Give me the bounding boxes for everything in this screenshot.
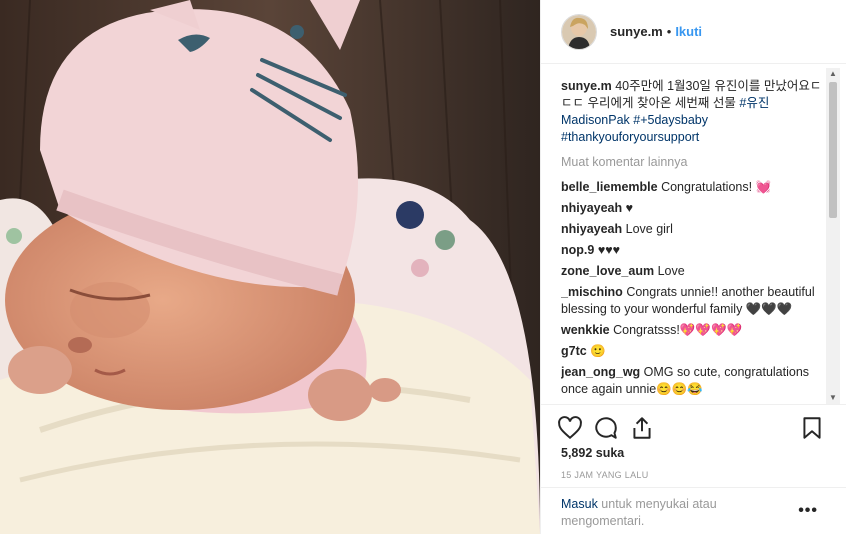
bookmark-icon[interactable] — [799, 415, 827, 443]
comment-text: Love girl — [625, 222, 673, 236]
header-separator: • — [666, 24, 672, 39]
share-icon[interactable] — [629, 415, 657, 443]
scroll-up-icon[interactable]: ▲ — [826, 68, 840, 80]
comment-username[interactable]: zone_love_aum — [561, 264, 654, 278]
scroll-down-icon[interactable]: ▼ — [826, 392, 840, 404]
header-username[interactable]: sunye.m — [610, 24, 663, 39]
login-link[interactable]: Masuk — [561, 497, 598, 511]
likes-count[interactable]: 5,892 suka — [561, 446, 624, 460]
comment-item: nhiyayeah ♥ — [561, 200, 825, 217]
comment-item: _mischino Congrats unnie!! another beaut… — [561, 284, 825, 318]
comment-text: Love — [657, 264, 685, 278]
comment-username[interactable]: nop.9 — [561, 243, 594, 257]
load-more-comments[interactable]: Muat komentar lainnya — [561, 154, 825, 171]
comment-username[interactable]: jean_ong_wg — [561, 365, 640, 379]
comment-item: nop.9 ♥♥♥ — [561, 242, 825, 259]
comments-list: sunye.m 40주만에 1월30일 유진이를 만났어요ㄷㄷㄷ 우리에게 찾아… — [561, 72, 825, 402]
comment-item: zone_love_aum Love — [561, 263, 825, 280]
post-photo[interactable] — [0, 0, 540, 534]
newborn-baby-photo — [0, 0, 540, 534]
post-timestamp: 15 JAM YANG LALU — [561, 470, 649, 480]
comment-item: jean_ong_wg OMG so cute, congratulations… — [561, 364, 825, 398]
comment-text: Congratulations! 💓 — [661, 180, 772, 194]
comment-text: 🙂 — [590, 344, 606, 358]
instagram-post: sunye.m • Ikuti sunye.m 40주만에 1월30일 유진이를… — [0, 0, 846, 534]
action-bar — [541, 404, 846, 440]
comment-text: ♥ — [625, 201, 634, 215]
comments-scrollbar[interactable]: ▲ ▼ — [826, 68, 840, 404]
scrollbar-thumb[interactable] — [829, 82, 837, 218]
comment-icon[interactable] — [593, 415, 621, 443]
login-divider — [541, 487, 846, 488]
comment-username[interactable]: nhiyayeah — [561, 201, 622, 215]
comment-item: nhiyayeah Love girl — [561, 221, 825, 238]
comment-text: ♥♥♥ — [597, 243, 621, 257]
avatar[interactable] — [561, 13, 597, 50]
heart-icon[interactable] — [557, 415, 585, 443]
more-options-button[interactable]: ••• — [798, 502, 818, 520]
comment-username[interactable]: belle_liememble — [561, 180, 658, 194]
comment-username[interactable]: _mischino — [561, 285, 623, 299]
comment-text: Congratsss!💖💖💖💖 — [613, 323, 743, 337]
comment-item: wenkkie Congratsss!💖💖💖💖 — [561, 322, 825, 339]
comment-username[interactable]: nhiyayeah — [561, 222, 622, 236]
caption: sunye.m 40주만에 1월30일 유진이를 만났어요ㄷㄷㄷ 우리에게 찾아… — [561, 78, 825, 146]
avatar-image — [562, 14, 596, 49]
comment-item: g7tc 🙂 — [561, 343, 825, 360]
comment-username[interactable]: g7tc — [561, 344, 587, 358]
post-sidebar: sunye.m • Ikuti sunye.m 40주만에 1월30일 유진이를… — [540, 0, 846, 534]
follow-button[interactable]: Ikuti — [675, 24, 702, 39]
comment-item: belle_liememble Congratulations! 💓 — [561, 179, 825, 196]
login-prompt: Masuk untuk menyukai atau mengomentari. — [561, 496, 781, 530]
caption-username[interactable]: sunye.m — [561, 79, 612, 93]
comment-username[interactable]: wenkkie — [561, 323, 610, 337]
post-header: sunye.m • Ikuti — [541, 0, 846, 64]
